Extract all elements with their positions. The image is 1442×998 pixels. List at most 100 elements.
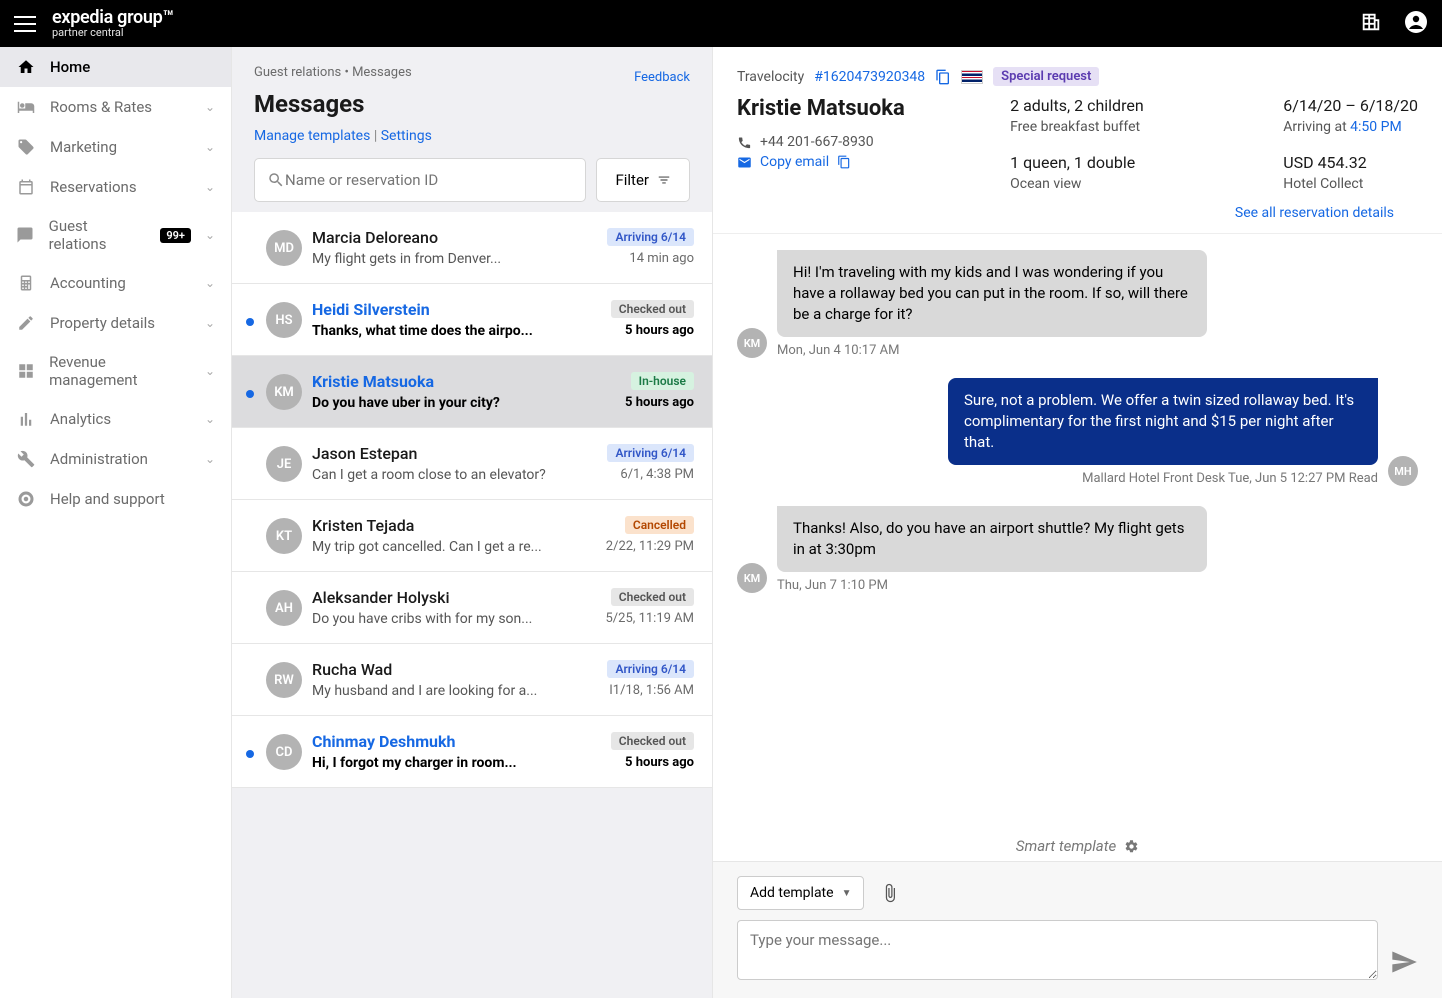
avatar: MD	[266, 230, 302, 266]
conversation-preview: My husband and I are looking for a...	[312, 683, 537, 699]
conversation-preview: Do you have cribs with for my son...	[312, 611, 532, 627]
bed-icon	[16, 97, 36, 117]
gear-icon[interactable]	[1124, 839, 1139, 854]
conversation-time: 5/25, 11:19 AM	[606, 611, 695, 627]
account-icon[interactable]	[1404, 10, 1428, 38]
conversation-item[interactable]: CDChinmay DeshmukhChecked outHi, I forgo…	[232, 716, 712, 788]
conversation-time: 5 hours ago	[625, 755, 694, 771]
smart-template-label: Smart template	[713, 831, 1442, 861]
calendar-icon	[16, 177, 36, 197]
search-input[interactable]	[285, 171, 573, 189]
search-box[interactable]	[254, 158, 586, 202]
sidebar-item-label: Administration	[50, 450, 148, 468]
conversation-time: 5 hours ago	[625, 323, 694, 339]
email-icon	[737, 155, 752, 170]
manage-templates-link[interactable]: Manage templates	[254, 128, 370, 144]
conversation-name: Marcia Deloreano	[312, 228, 438, 247]
meal-plan: Free breakfast buffet	[1010, 119, 1220, 135]
status-badge: Arriving 6/14	[607, 444, 694, 462]
feedback-link[interactable]: Feedback	[634, 70, 690, 85]
avatar: RW	[266, 662, 302, 698]
conversation-item[interactable]: KTKristen TejadaCancelledMy trip got can…	[232, 500, 712, 572]
sidebar-item-revenue-management[interactable]: Revenue management⌄	[0, 343, 231, 399]
avatar: CD	[266, 734, 302, 770]
conversation-item[interactable]: MD Marcia Deloreano Arriving 6/14 My flight…	[232, 212, 712, 284]
breadcrumb: Guest relations • Messages	[254, 65, 412, 80]
search-icon	[267, 171, 285, 189]
chevron-down-icon: ⌄	[205, 228, 215, 242]
chevron-down-icon: ⌄	[205, 140, 215, 154]
sidebar-item-accounting[interactable]: Accounting⌄	[0, 263, 231, 303]
sidebar-item-reservations[interactable]: Reservations⌄	[0, 167, 231, 207]
conversation-name: Rucha Wad	[312, 660, 392, 679]
avatar: KM	[266, 374, 302, 410]
chevron-down-icon: ⌄	[205, 276, 215, 290]
conversation-preview: My flight gets in from Denver...	[312, 251, 501, 267]
chat-icon	[16, 225, 35, 245]
conversation-name: Heidi Silverstein	[312, 300, 430, 319]
unread-dot-icon	[246, 390, 254, 398]
conversation-time: 6/1, 4:38 PM	[620, 467, 694, 483]
conversation-item[interactable]: HSHeidi SilversteinChecked outThanks, wh…	[232, 284, 712, 356]
sidebar-item-label: Marketing	[50, 138, 117, 156]
tag-icon	[16, 137, 36, 157]
attachment-icon[interactable]	[880, 883, 900, 903]
sidebar: HomeRooms & Rates⌄ Marketing ⌄ Reservations…	[0, 47, 232, 998]
topbar: expedia group™ partner central	[0, 0, 1442, 47]
message-input[interactable]	[737, 920, 1378, 980]
amount: USD 454.32	[1283, 153, 1418, 172]
avatar: JE	[266, 446, 302, 482]
add-template-button[interactable]: Add template ▼	[737, 876, 864, 910]
home-icon	[16, 57, 36, 77]
sidebar-item-home[interactable]: Home	[0, 47, 231, 87]
conversation-item[interactable]: KMKristie MatsuokaIn-houseDo you have ub…	[232, 356, 712, 428]
conversation-name: Kristie Matsuoka	[312, 372, 434, 391]
chevron-down-icon: ▼	[842, 888, 852, 899]
message-bubble: Hi! I'm traveling with my kids and I was…	[777, 250, 1207, 337]
conversation-time: I1/18, 1:56 AM	[609, 683, 694, 699]
conversation-item[interactable]: JEJason EstepanArriving 6/14Can I get a …	[232, 428, 712, 500]
phone-icon	[737, 135, 752, 150]
arriving-time-link[interactable]: 4:50 PM	[1350, 119, 1402, 135]
chevron-down-icon: ⌄	[205, 412, 215, 426]
see-all-details-link[interactable]: See all reservation details	[1235, 205, 1394, 221]
sidebar-item-analytics[interactable]: Analytics⌄	[0, 399, 231, 439]
message-meta: Mon, Jun 4 10:17 AM	[777, 343, 1207, 358]
conversation-detail: Travelocity #1620473920348 Special reque…	[712, 47, 1442, 998]
building-icon[interactable]	[1360, 11, 1382, 37]
conversation-preview: Do you have uber in your city?	[312, 395, 500, 411]
conversation-item[interactable]: RWRucha WadArriving 6/14My husband and I…	[232, 644, 712, 716]
sidebar-item-label: Property details	[50, 314, 155, 332]
menu-icon[interactable]	[14, 16, 36, 32]
message-in: KMHi! I'm traveling with my kids and I w…	[737, 250, 1418, 358]
filter-icon	[657, 173, 671, 187]
chevron-down-icon: ⌄	[205, 452, 215, 466]
brand-logo: expedia group™ partner central	[52, 9, 174, 38]
conversation-name: Chinmay Deshmukh	[312, 732, 456, 751]
occupancy: 2 adults, 2 children	[1010, 96, 1220, 115]
sidebar-item-help-and-support[interactable]: Help and support	[0, 479, 231, 519]
send-button[interactable]	[1390, 948, 1418, 980]
filter-button[interactable]: Filter	[596, 158, 690, 202]
conversation-item[interactable]: AHAleksander HolyskiChecked outDo you ha…	[232, 572, 712, 644]
reservation-id-link[interactable]: #1620473920348	[814, 69, 925, 85]
uk-flag-icon	[961, 70, 983, 84]
sidebar-item-administration[interactable]: Administration ⌄	[0, 439, 231, 479]
copy-icon[interactable]	[935, 69, 951, 85]
conversation-time: 5 hours ago	[625, 395, 694, 411]
sidebar-item-guest-relations[interactable]: Guest relations99+⌄	[0, 207, 231, 263]
settings-link[interactable]: Settings	[381, 128, 432, 144]
wrench-icon	[16, 449, 36, 469]
sidebar-item-marketing[interactable]: Marketing ⌄	[0, 127, 231, 167]
status-badge: Arriving 6/14	[607, 228, 694, 246]
message-bubble: Thanks! Also, do you have an airport shu…	[777, 506, 1207, 572]
special-request-badge: Special request	[993, 67, 1099, 86]
message-meta: Mallard Hotel Front Desk Tue, Jun 5 12:2…	[948, 471, 1378, 486]
sidebar-item-property-details[interactable]: Property details⌄	[0, 303, 231, 343]
conversation-name: Aleksander Holyski	[312, 588, 450, 607]
sidebar-item-rooms-rates[interactable]: Rooms & Rates⌄	[0, 87, 231, 127]
conversation-list: MD Marcia Deloreano Arriving 6/14 My flight…	[232, 212, 712, 998]
avatar: HS	[266, 302, 302, 338]
copy-email-link[interactable]: Copy email	[760, 154, 829, 170]
copy-icon[interactable]	[837, 155, 851, 169]
